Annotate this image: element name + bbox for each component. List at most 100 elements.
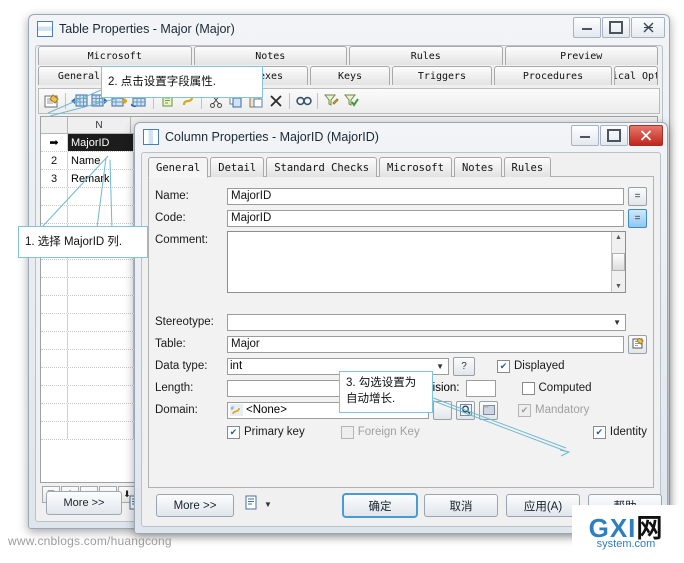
chevron-down-icon[interactable]: ▼ <box>436 362 446 371</box>
primary-key-checkbox[interactable]: ✔ Primary key <box>227 425 305 439</box>
row-indicator: 2 <box>41 152 68 169</box>
tab-preview[interactable]: Preview <box>504 46 658 65</box>
cancel-button[interactable]: 取消 <box>424 494 498 517</box>
tab-notes[interactable]: Notes <box>453 157 502 177</box>
name-equals-button[interactable]: = <box>628 186 647 206</box>
tab-procedures[interactable]: Procedures <box>494 66 612 85</box>
maximize-button[interactable] <box>600 125 628 146</box>
minimize-button[interactable] <box>573 17 601 38</box>
scroll-down-icon[interactable]: ▼ <box>613 281 624 292</box>
grid-header-name: N <box>68 117 131 133</box>
annotation-step-1: 1. 选择 MajorID 列. <box>18 226 148 258</box>
tab-rules[interactable]: Rules <box>503 157 552 177</box>
properties-icon[interactable] <box>42 92 61 111</box>
report-icon[interactable] <box>244 495 259 514</box>
annotation-step-3-line1: 3. 勾选设置为 <box>346 377 417 389</box>
displayed-checkbox[interactable]: ✔ Displayed <box>497 359 565 373</box>
tab-rules[interactable]: Rules <box>349 46 503 65</box>
tab-standard-checks[interactable]: Standard Checks <box>266 157 378 177</box>
minimize-button[interactable] <box>571 125 599 146</box>
domain-label: Domain: <box>155 404 198 416</box>
tab-keys[interactable]: Keys <box>310 66 390 85</box>
tab-notes[interactable]: Notes <box>193 46 347 65</box>
keys-row: ✔ Primary key Foreign Key ✔ Identity <box>149 421 653 443</box>
filter-apply-icon[interactable] <box>342 92 361 111</box>
tab-microsoft[interactable]: Microsoft <box>379 157 452 177</box>
grid-header-number <box>41 117 68 133</box>
site-logo: GXI网 system.com <box>572 505 680 559</box>
close-button[interactable] <box>631 17 665 38</box>
watermark-text: www.cnblogs.com/huangcong <box>8 534 172 548</box>
name-label: Name: <box>155 190 189 202</box>
close-button[interactable] <box>629 125 663 146</box>
checkbox-box[interactable]: ✔ <box>497 359 510 373</box>
domain-value: <None> <box>246 404 287 416</box>
column-properties-titlebar[interactable]: Column Properties - MajorID (MajorID) <box>135 123 667 151</box>
computed-checkbox[interactable]: Computed <box>521 381 592 395</box>
chevron-down-icon[interactable]: ▼ <box>613 318 623 327</box>
column-properties-title: Column Properties - MajorID (MajorID) <box>165 130 379 144</box>
checkbox-box[interactable] <box>521 381 535 395</box>
maximize-button[interactable] <box>602 17 630 38</box>
comment-scrollbar[interactable]: ▲ ▼ <box>611 232 625 292</box>
report-dropdown-icon[interactable]: ▼ <box>264 500 272 509</box>
comment-textarea[interactable]: ▲ ▼ <box>227 231 626 293</box>
domain-browse-button[interactable] <box>456 400 475 420</box>
general-tab-panel: Name: MajorID = Code: MajorID = Comment:… <box>148 176 654 488</box>
column-window-controls[interactable] <box>571 125 663 146</box>
datatype-help-button[interactable]: ? <box>453 356 475 376</box>
datatype-label: Data type: <box>155 360 208 372</box>
computed-label: Computed <box>538 382 592 394</box>
logo-sub-text: system.com <box>596 537 656 550</box>
column-properties-body: General Detail Standard Checks Microsoft… <box>141 152 662 527</box>
table-more-button[interactable]: More >> <box>46 491 122 515</box>
code-equals-button[interactable]: = <box>628 208 647 228</box>
insert-row-icon[interactable] <box>70 92 89 111</box>
find-icon[interactable] <box>294 92 313 111</box>
apply-button[interactable]: 应用(A) <box>506 494 580 517</box>
stereotype-label: Stereotype: <box>155 316 214 328</box>
table-label: Table: <box>155 338 186 350</box>
tab-general[interactable]: General <box>148 157 209 178</box>
checkbox-box[interactable]: ✔ <box>227 425 240 439</box>
precision-input[interactable] <box>465 379 496 397</box>
table-input[interactable]: Major <box>227 335 624 353</box>
row-name[interactable]: MajorID <box>68 134 134 151</box>
more-button[interactable]: More >> <box>156 494 234 517</box>
stereotype-combo[interactable]: ▼ <box>227 313 626 331</box>
table-properties-titlebar[interactable]: Table Properties - Major (Major) <box>29 15 669 43</box>
row-name[interactable]: Name <box>68 152 134 169</box>
table-properties-title: Table Properties - Major (Major) <box>59 22 235 36</box>
delete-icon[interactable] <box>266 92 285 111</box>
row-indicator: 3 <box>41 170 68 187</box>
tab-detail[interactable]: Detail <box>210 157 265 177</box>
identity-label: Identity <box>609 426 647 438</box>
scroll-up-icon[interactable]: ▲ <box>613 232 624 243</box>
table-tabs-row-1[interactable]: Microsoft Notes Rules Preview <box>36 46 662 65</box>
table-properties-button[interactable] <box>628 334 647 354</box>
filter-icon[interactable] <box>322 92 341 111</box>
table-window-controls[interactable] <box>573 17 665 38</box>
tab-physical-options[interactable]: Physical Options <box>614 66 658 85</box>
checkbox-box: ✔ <box>518 403 531 417</box>
ok-button[interactable]: 确定 <box>342 493 418 518</box>
table-row: Table: Major <box>149 333 653 355</box>
primary-key-label: Primary key <box>244 426 305 438</box>
table-icon <box>37 21 53 37</box>
domain-create-button[interactable] <box>433 400 452 420</box>
tab-triggers[interactable]: Triggers <box>392 66 492 85</box>
scroll-thumb[interactable] <box>612 253 625 271</box>
checkbox-box[interactable]: ✔ <box>592 425 606 439</box>
tab-microsoft[interactable]: Microsoft <box>38 46 192 65</box>
mandatory-checkbox: ✔ Mandatory <box>518 403 589 417</box>
comment-label: Comment: <box>155 234 209 246</box>
domain-folder-button[interactable] <box>479 400 498 420</box>
identity-checkbox[interactable]: ✔ Identity <box>592 425 647 439</box>
name-row: Name: MajorID = <box>149 185 653 207</box>
row-name[interactable]: Remark <box>68 170 134 187</box>
column-properties-dialog[interactable]: Column Properties - MajorID (MajorID) Ge… <box>134 122 668 534</box>
code-input[interactable]: MajorID <box>227 209 624 227</box>
row-indicator: ➡ <box>41 134 68 151</box>
name-input[interactable]: MajorID <box>227 187 624 205</box>
column-tabs[interactable]: General Detail Standard Checks Microsoft… <box>142 153 660 178</box>
